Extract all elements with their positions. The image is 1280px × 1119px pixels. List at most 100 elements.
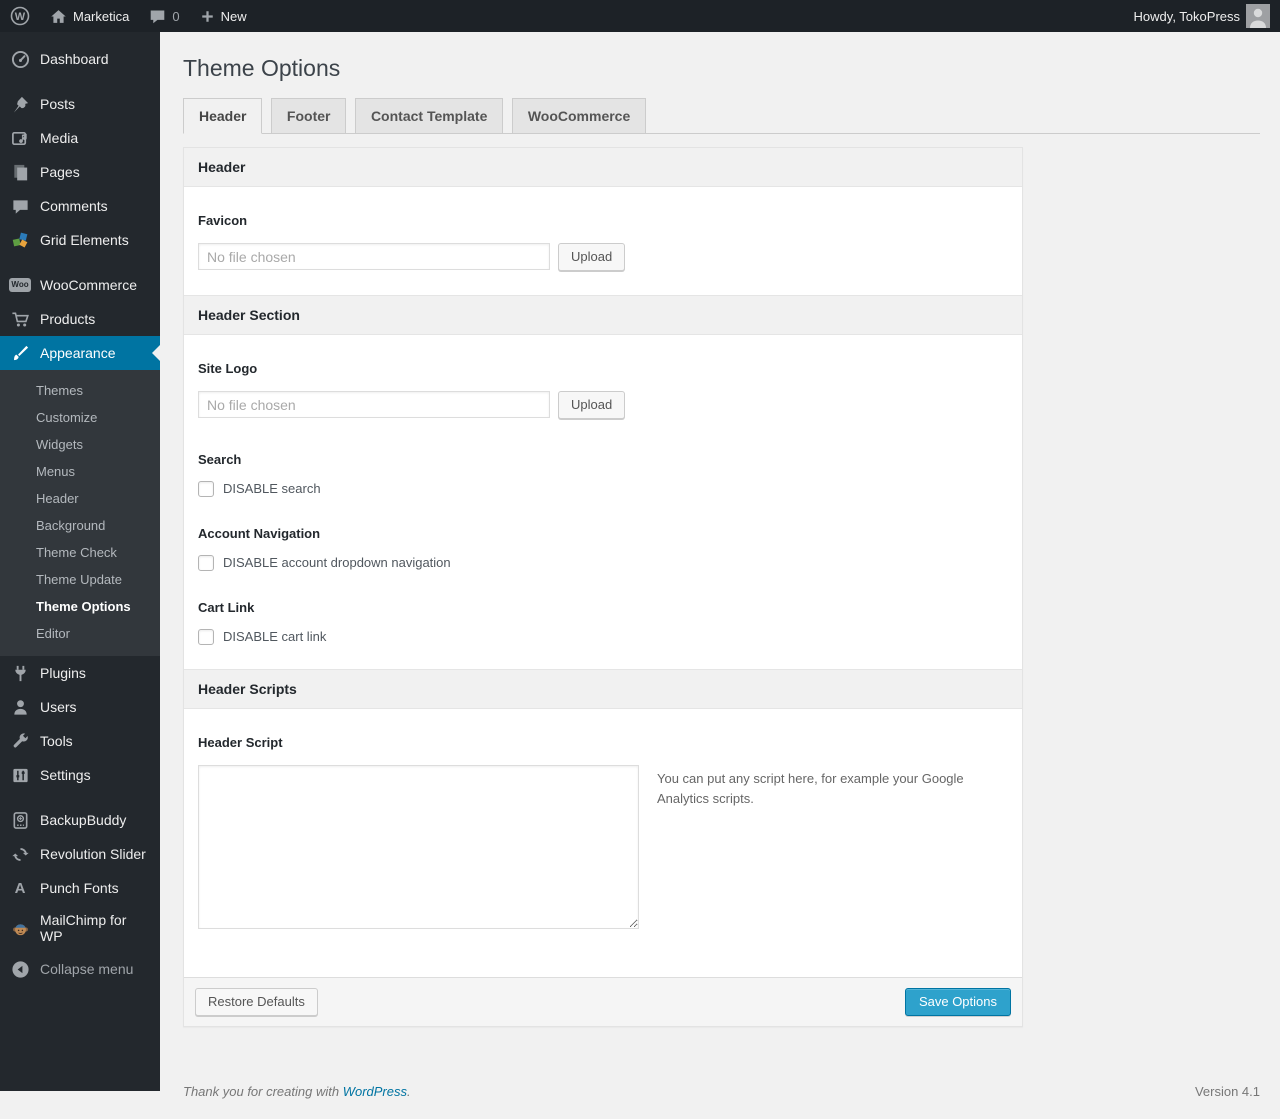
tab-contact-template[interactable]: Contact Template [354, 97, 504, 133]
sidebar-item-plugins[interactable]: Plugins [0, 656, 160, 690]
sidebar-item-users[interactable]: Users [0, 690, 160, 724]
sidebar-item-woocommerce[interactable]: Woo WooCommerce [0, 268, 160, 302]
sidebar-item-label: MailChimp for WP [40, 912, 127, 944]
sidebar-item-backupbuddy[interactable]: BackupBuddy [0, 803, 160, 837]
pushpin-icon [10, 94, 30, 114]
site-logo-file-input[interactable] [198, 391, 550, 419]
sidebar-item-label: Grid Elements [40, 232, 129, 248]
cart-icon [10, 309, 30, 329]
admin-bar: W Marketica 0 New Howdy, TokoPress [0, 0, 1280, 32]
favicon-label: Favicon [198, 212, 248, 228]
tab-woocommerce[interactable]: WooCommerce [511, 97, 647, 133]
wordpress-logo-menu[interactable]: W [0, 0, 40, 32]
submenu-item-background[interactable]: Background [0, 512, 160, 539]
collapse-menu-button[interactable]: Collapse menu [0, 952, 160, 986]
howdy-label: Howdy, TokoPress [1133, 8, 1240, 24]
favicon-upload-button[interactable]: Upload [558, 242, 626, 271]
sidebar-item-label: Settings [40, 767, 91, 783]
sidebar-item-label: Comments [40, 198, 108, 214]
wordpress-link[interactable]: WordPress [343, 1084, 407, 1099]
section-header-header-scripts: Header Scripts [184, 668, 1022, 709]
collapse-menu-label: Collapse menu [40, 961, 134, 977]
sidebar-item-label: Plugins [40, 665, 86, 681]
backupbuddy-icon [10, 810, 30, 830]
dashboard-gauge-icon [10, 49, 30, 69]
sidebar-item-revolution-slider[interactable]: Revolution Slider [0, 837, 160, 871]
submenu-item-theme-check[interactable]: Theme Check [0, 539, 160, 566]
comment-bubble-icon [149, 8, 166, 25]
appearance-submenu: Themes Customize Widgets Menus Header Ba… [0, 370, 160, 656]
tab-bar: Header Footer Contact Template WooCommer… [183, 97, 1260, 134]
account-menu[interactable]: Howdy, TokoPress [1124, 0, 1280, 32]
tab-header[interactable]: Header [183, 97, 263, 134]
submenu-item-theme-options[interactable]: Theme Options [0, 593, 160, 620]
search-label: Search [198, 451, 242, 467]
settings-sliders-icon [10, 765, 30, 785]
restore-defaults-button[interactable]: Restore Defaults [195, 987, 318, 1016]
sidebar-item-appearance[interactable]: Appearance [0, 336, 160, 370]
sidebar-item-label: BackupBuddy [40, 812, 127, 828]
submenu-item-widgets[interactable]: Widgets [0, 431, 160, 458]
sidebar-item-label: Punch Fonts [40, 880, 119, 896]
refresh-arrows-icon [10, 844, 30, 864]
submenu-item-menus[interactable]: Menus [0, 458, 160, 485]
sidebar-item-products[interactable]: Products [0, 302, 160, 336]
wordpress-logo-icon: W [10, 6, 30, 26]
sidebar-item-dashboard[interactable]: Dashboard [0, 42, 160, 76]
sidebar-item-pages[interactable]: Pages [0, 155, 160, 189]
sidebar-item-label: Revolution Slider [40, 846, 146, 862]
sidebar-item-settings[interactable]: Settings [0, 758, 160, 792]
user-icon [10, 697, 30, 717]
sidebar-item-grid-elements[interactable]: Grid Elements [0, 223, 160, 257]
disable-search-checkbox[interactable] [198, 480, 214, 497]
avatar [1246, 4, 1270, 28]
plus-icon [200, 9, 215, 24]
wrench-icon [10, 731, 30, 751]
disable-cart-link-checkbox[interactable] [198, 628, 214, 645]
sidebar-item-punch-fonts[interactable]: A Punch Fonts [0, 871, 160, 905]
collapse-arrow-icon [10, 959, 30, 979]
comments-count: 0 [172, 8, 180, 24]
submenu-item-themes[interactable]: Themes [0, 377, 160, 404]
sidebar-item-media[interactable]: Media [0, 121, 160, 155]
site-logo-label: Site Logo [198, 360, 258, 376]
new-content-menu[interactable]: New [190, 0, 257, 32]
disable-search-checkbox-label[interactable]: DISABLE search [223, 481, 321, 496]
sidebar-item-label: Appearance [40, 345, 116, 361]
submenu-item-theme-update[interactable]: Theme Update [0, 566, 160, 593]
submenu-item-editor[interactable]: Editor [0, 620, 160, 647]
sidebar-item-mailchimp[interactable]: MailChimp for WP [0, 905, 160, 951]
disable-cart-link-checkbox-label[interactable]: DISABLE cart link [223, 629, 326, 644]
disable-account-nav-checkbox[interactable] [198, 554, 214, 571]
sidebar-item-posts[interactable]: Posts [0, 87, 160, 121]
plugin-icon [10, 663, 30, 683]
sidebar-item-tools[interactable]: Tools [0, 724, 160, 758]
site-name-link[interactable]: Marketica [40, 0, 139, 32]
sidebar-item-label: WooCommerce [40, 277, 137, 293]
sidebar-item-label: Posts [40, 96, 76, 112]
tab-footer[interactable]: Footer [270, 97, 347, 133]
section-body-header-scripts: Header Script You can put any script her… [184, 709, 1022, 977]
favicon-file-input[interactable] [198, 243, 550, 271]
thanks-suffix: . [407, 1083, 411, 1099]
comments-shortcut[interactable]: 0 [139, 0, 189, 32]
letter-a-icon: A [14, 879, 26, 897]
sidebar-item-label: Media [40, 130, 79, 146]
sidebar-item-label: Users [40, 699, 77, 715]
site-logo-upload-button[interactable]: Upload [558, 390, 626, 419]
header-script-textarea[interactable] [198, 764, 639, 929]
disable-account-nav-checkbox-label[interactable]: DISABLE account dropdown navigation [223, 555, 451, 570]
main-content: Theme Options Header Footer Contact Temp… [160, 32, 1280, 1119]
section-body-header-section: Site Logo Upload Search DISABLE search A… [184, 335, 1022, 669]
version-label: Version 4.1 [1194, 1083, 1260, 1099]
woocommerce-icon: Woo [9, 275, 31, 295]
save-options-button[interactable]: Save Options [904, 987, 1011, 1016]
comments-icon [10, 196, 30, 216]
submenu-item-customize[interactable]: Customize [0, 404, 160, 431]
submenu-item-header[interactable]: Header [0, 485, 160, 512]
section-header-header-section: Header Section [184, 294, 1022, 335]
sidebar-item-comments[interactable]: Comments [0, 189, 160, 223]
admin-sidebar: Dashboard Posts Media Pages Comments Gri… [0, 32, 160, 1091]
sidebar-item-label: Dashboard [40, 51, 109, 67]
new-label: New [220, 8, 247, 24]
